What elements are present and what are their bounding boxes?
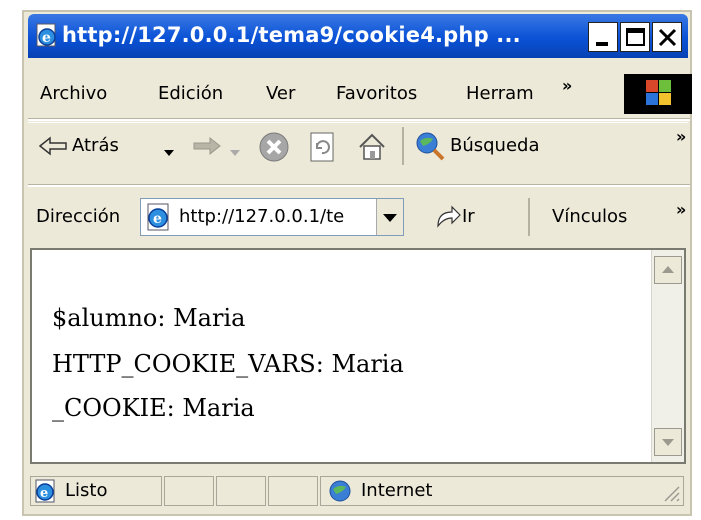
status-cell-4: [268, 476, 318, 506]
stop-button[interactable]: [258, 131, 290, 167]
refresh-button[interactable]: [308, 131, 338, 167]
scroll-up-arrow-icon: [662, 266, 674, 273]
title-bar[interactable]: e http://127.0.0.1/tema9/cookie4.php ...: [28, 14, 688, 58]
content-line-http-cookie-vars: HTTP_COOKIE_VARS: Maria: [52, 350, 404, 378]
address-label: Dirección: [36, 206, 121, 227]
search-globe-icon: [416, 132, 445, 161]
minimize-button[interactable]: [588, 22, 618, 52]
address-overflow-chevron[interactable]: »: [676, 200, 686, 219]
forward-dropdown[interactable]: [230, 143, 240, 162]
menu-herramientas[interactable]: Herram: [466, 83, 534, 104]
status-main-cell: e Listo: [30, 476, 162, 506]
menu-bar: Archivo Edición Ver Favoritos Herram »: [28, 74, 692, 116]
address-bar: Dirección e http://127.0.0.1/te Ir Víncu…: [28, 192, 688, 244]
back-dropdown[interactable]: [164, 143, 174, 162]
dropdown-arrow-icon: [164, 150, 174, 156]
status-cell-2: [164, 476, 214, 506]
stop-icon: [259, 132, 289, 162]
maximize-button[interactable]: [620, 22, 650, 52]
address-dropdown-button[interactable]: [376, 199, 403, 235]
scroll-up-button[interactable]: [654, 256, 682, 284]
home-icon: [359, 133, 385, 160]
svg-text:e: e: [42, 30, 51, 46]
content-line-cookie: _COOKIE: Maria: [52, 394, 255, 422]
menu-edicion[interactable]: Edición: [158, 83, 223, 104]
vertical-scrollbar[interactable]: [651, 250, 684, 462]
internet-globe-icon: [329, 480, 351, 502]
go-label: Ir: [462, 206, 475, 227]
search-label: Búsqueda: [450, 135, 540, 156]
go-button[interactable]: Ir: [432, 200, 522, 236]
forward-arrow-icon: [193, 136, 221, 156]
links-divider: [528, 198, 530, 236]
refresh-icon: [310, 132, 334, 162]
svg-text:e: e: [40, 486, 48, 501]
status-zone-text: Internet: [361, 480, 433, 501]
address-value: http://127.0.0.1/te: [179, 206, 345, 227]
toolbar-separator: [28, 118, 690, 121]
dropdown-arrow-icon: [383, 214, 397, 222]
browser-window: e http://127.0.0.1/tema9/cookie4.php ...…: [22, 10, 692, 516]
menu-overflow-chevron[interactable]: »: [562, 76, 572, 95]
links-label[interactable]: Vínculos: [552, 206, 627, 227]
forward-button[interactable]: [190, 135, 222, 161]
menu-ver[interactable]: Ver: [266, 83, 295, 104]
scroll-down-arrow-icon: [662, 439, 674, 446]
svg-text:e: e: [153, 211, 162, 227]
search-button[interactable]: Búsqueda: [412, 127, 602, 165]
page-content: $alumno: Maria HTTP_COOKIE_VARS: Maria _…: [30, 248, 686, 464]
menu-archivo[interactable]: Archivo: [40, 83, 107, 104]
toolbar-overflow-chevron[interactable]: »: [676, 127, 686, 146]
menu-favoritos[interactable]: Favoritos: [336, 83, 417, 104]
status-zone-cell: Internet: [320, 476, 684, 506]
status-bar: e Listo Internet: [28, 472, 688, 510]
ie-page-icon: e: [147, 203, 169, 231]
status-cell-3: [216, 476, 266, 506]
address-input[interactable]: e http://127.0.0.1/te: [140, 198, 404, 236]
address-separator: [28, 184, 690, 187]
status-text: Listo: [65, 480, 108, 501]
back-arrow-icon: [38, 136, 67, 156]
home-button[interactable]: [356, 131, 388, 167]
scroll-down-button[interactable]: [654, 428, 682, 456]
close-button[interactable]: [652, 22, 682, 52]
back-button[interactable]: [38, 135, 70, 161]
resize-grip-icon: [664, 486, 680, 502]
window-title: http://127.0.0.1/tema9/cookie4.php ...: [62, 23, 521, 47]
ie-page-icon: e: [34, 22, 60, 48]
standard-toolbar: Atrás Búsqueda »: [28, 122, 688, 169]
back-label[interactable]: Atrás: [72, 135, 119, 156]
content-line-alumno: $alumno: Maria: [52, 304, 246, 332]
windows-logo: [624, 74, 692, 114]
go-arrow-icon: [437, 205, 461, 228]
ie-page-icon: e: [35, 479, 55, 503]
toolbar-divider: [402, 127, 404, 165]
